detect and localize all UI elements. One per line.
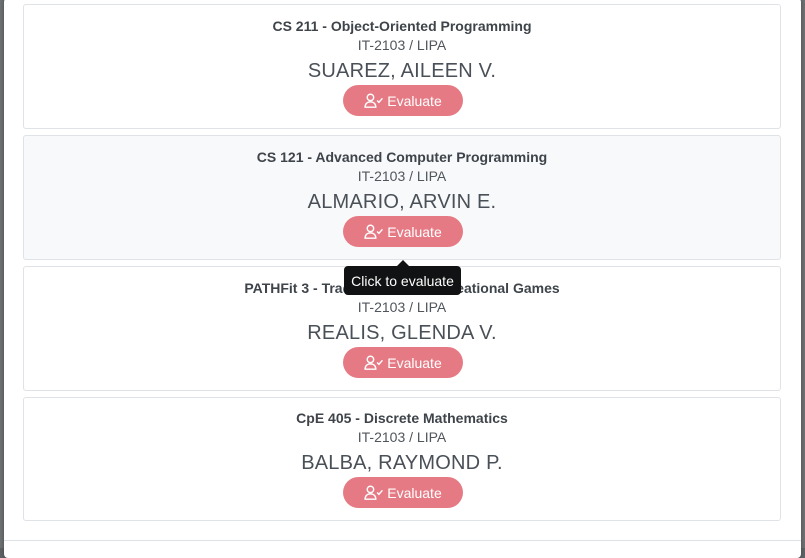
modal-divider [4, 540, 801, 541]
evaluate-label: Evaluate [387, 484, 442, 501]
teacher-name: REALIS, GLENDA V. [307, 322, 497, 344]
section-label: IT-2103 / LIPA [357, 168, 447, 184]
course-card: CS 211 - Object-Oriented Programming IT-… [23, 4, 781, 129]
section-label: IT-2103 / LIPA [357, 37, 447, 53]
course-card: CpE 405 - Discrete Mathematics IT-2103 /… [23, 397, 781, 521]
evaluate-label: Evaluate [387, 223, 442, 240]
teacher-name: BALBA, RAYMOND P. [301, 452, 503, 474]
user-check-icon [364, 485, 384, 500]
course-title: CpE 405 - Discrete Mathematics [296, 410, 508, 426]
teacher-name: ALMARIO, ARVIN E. [307, 191, 497, 213]
section-label: IT-2103 / LIPA [357, 299, 447, 315]
evaluate-button[interactable]: Evaluate [343, 477, 463, 508]
course-card: CS 121 - Advanced Computer Programming I… [23, 135, 781, 260]
evaluate-tooltip: Click to evaluate [344, 266, 461, 295]
evaluate-label: Evaluate [387, 92, 442, 109]
evaluate-button[interactable]: Evaluate [343, 216, 463, 247]
user-check-icon [364, 355, 384, 370]
section-label: IT-2103 / LIPA [357, 429, 447, 445]
evaluate-label: Evaluate [387, 354, 442, 371]
teacher-name: SUAREZ, AILEEN V. [307, 60, 497, 82]
user-check-icon [364, 224, 384, 239]
course-title: CS 211 - Object-Oriented Programming [272, 18, 532, 34]
course-title: CS 121 - Advanced Computer Programming [256, 149, 548, 165]
evaluate-button[interactable]: Evaluate [343, 85, 463, 116]
user-check-icon [364, 93, 384, 108]
evaluate-button[interactable]: Evaluate [343, 347, 463, 378]
